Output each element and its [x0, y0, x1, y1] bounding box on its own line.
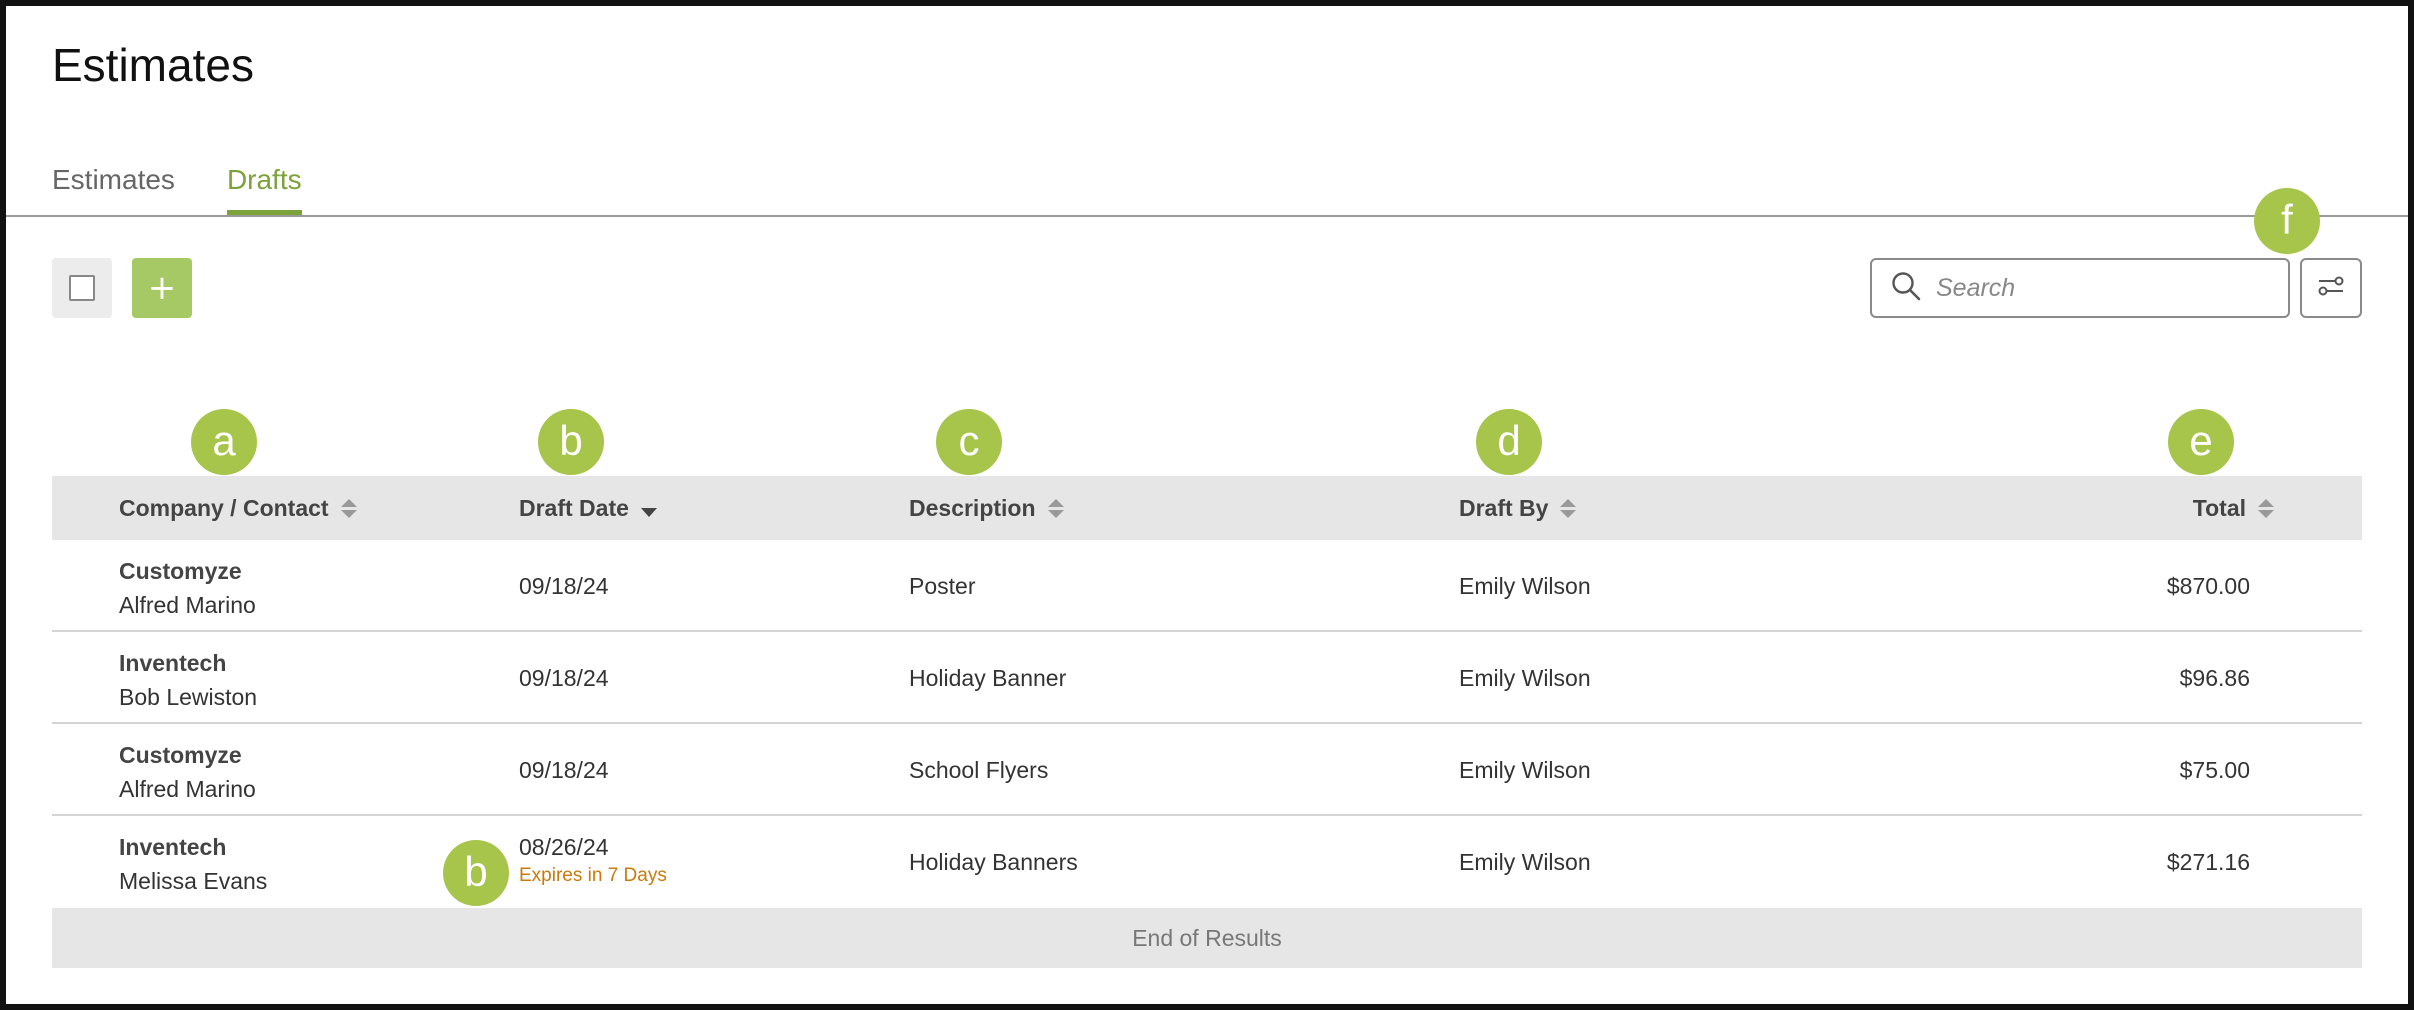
search-input[interactable] [1936, 273, 2276, 303]
column-header-draft-by[interactable]: Draft By [1459, 476, 1577, 540]
sort-descending-icon [640, 507, 657, 517]
description-cell: School Flyers [909, 757, 1049, 783]
sort-icon [2258, 498, 2274, 518]
draft-date: 09/18/24 [519, 665, 609, 691]
total-cell: $271.16 [2166, 849, 2250, 875]
callout-b-expiry: b [443, 840, 509, 906]
checkbox-box [69, 275, 95, 301]
sort-icon [1047, 498, 1064, 518]
filter-button[interactable] [2300, 258, 2362, 318]
tab-estimates[interactable]: Estimates [52, 160, 175, 216]
company-contact-cell: Inventech Melissa Evans [119, 830, 267, 898]
total-cell: $96.86 [2179, 665, 2250, 691]
company-contact-cell: Inventech Bob Lewiston [119, 646, 257, 714]
page-title: Estimates [52, 39, 254, 91]
draft-by-cell: Emily Wilson [1459, 573, 1591, 599]
tab-bar: Estimates Drafts [52, 160, 302, 216]
column-label: Draft Date [519, 495, 629, 521]
column-header-draft-date[interactable]: Draft Date [519, 476, 657, 540]
total-cell: $870.00 [2166, 573, 2250, 599]
tabs-divider [6, 215, 2408, 217]
callout-e: e [2168, 409, 2234, 475]
add-estimate-button[interactable]: + [132, 258, 192, 318]
table-row[interactable]: Inventech Bob Lewiston 09/18/24 Holiday … [52, 632, 2362, 724]
column-label: Company / Contact [119, 495, 329, 521]
filter-sliders-icon [2315, 270, 2347, 307]
callout-b: b [538, 409, 604, 475]
end-of-results: End of Results [52, 908, 2362, 968]
search-box[interactable] [1870, 258, 2290, 318]
table-row[interactable]: Customyze Alfred Marino 09/18/24 Poster … [52, 540, 2362, 632]
column-label: Draft By [1459, 495, 1549, 521]
draft-date-cell: 09/18/24 [519, 569, 609, 603]
sort-icon [1560, 498, 1577, 518]
draft-by-cell: Emily Wilson [1459, 665, 1591, 691]
draft-date: 08/26/24 [519, 834, 609, 860]
callout-f: f [2254, 188, 2320, 254]
expiry-warning: Expires in 7 Days [519, 865, 667, 886]
draft-by-cell: Emily Wilson [1459, 757, 1591, 783]
company-name: Inventech [119, 834, 227, 860]
callout-a: a [191, 409, 257, 475]
contact-name: Alfred Marino [119, 776, 256, 802]
description-cell: Holiday Banner [909, 665, 1067, 691]
callout-c: c [936, 409, 1002, 475]
select-all-checkbox[interactable] [52, 258, 112, 318]
tab-drafts[interactable]: Drafts [226, 160, 302, 216]
draft-date-cell: 08/26/24 Expires in 7 Days [519, 830, 667, 888]
description-cell: Holiday Banners [909, 849, 1078, 875]
sort-icon [340, 498, 357, 518]
column-header-company[interactable]: Company / Contact [119, 476, 357, 540]
table-header: Company / Contact Draft Date Description… [52, 476, 2362, 540]
company-name: Customyze [119, 742, 242, 768]
column-label: Description [909, 495, 1036, 521]
company-contact-cell: Customyze Alfred Marino [119, 738, 256, 806]
table-row[interactable]: Inventech Melissa Evans 08/26/24 Expires… [52, 816, 2362, 908]
column-header-description[interactable]: Description [909, 476, 1064, 540]
draft-by-cell: Emily Wilson [1459, 849, 1591, 875]
contact-name: Bob Lewiston [119, 684, 258, 710]
total-cell: $75.00 [2179, 757, 2250, 783]
contact-name: Melissa Evans [119, 868, 268, 894]
description-cell: Poster [909, 573, 976, 599]
table-row[interactable]: Customyze Alfred Marino 09/18/24 School … [52, 724, 2362, 816]
contact-name: Alfred Marino [119, 592, 256, 618]
column-header-total[interactable]: Total [2193, 476, 2274, 540]
callout-d: d [1476, 409, 1542, 475]
draft-date-cell: 09/18/24 [519, 661, 609, 695]
draft-date-cell: 09/18/24 [519, 753, 609, 787]
draft-date: 09/18/24 [519, 757, 609, 783]
search-icon [1890, 270, 1922, 307]
drafts-table: Company / Contact Draft Date Description… [52, 476, 2362, 968]
company-name: Inventech [119, 650, 227, 676]
company-contact-cell: Customyze Alfred Marino [119, 554, 256, 622]
draft-date: 09/18/24 [519, 573, 609, 599]
column-label: Total [2192, 495, 2246, 521]
company-name: Customyze [119, 558, 242, 584]
